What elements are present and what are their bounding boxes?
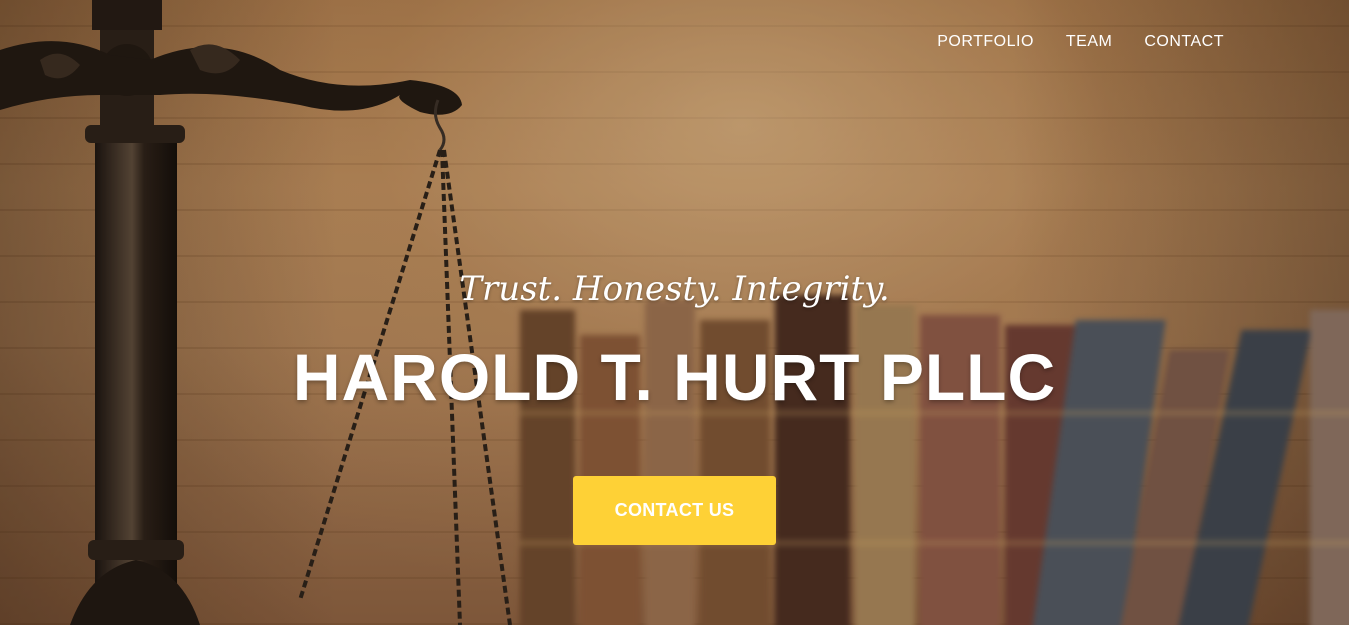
top-nav: PORTFOLIO TEAM CONTACT (937, 32, 1224, 52)
nav-item-portfolio[interactable]: PORTFOLIO (937, 32, 1034, 52)
hero-section: PORTFOLIO TEAM CONTACT Trust. Honesty. I… (0, 0, 1349, 625)
contact-us-button[interactable]: CONTACT US (573, 476, 776, 545)
firm-name-heading: HAROLD T. HURT PLLC (292, 340, 1057, 414)
nav-item-team[interactable]: TEAM (1066, 32, 1112, 52)
hero-tagline: Trust. Honesty. Integrity. (459, 269, 890, 309)
nav-item-contact[interactable]: CONTACT (1144, 32, 1224, 52)
